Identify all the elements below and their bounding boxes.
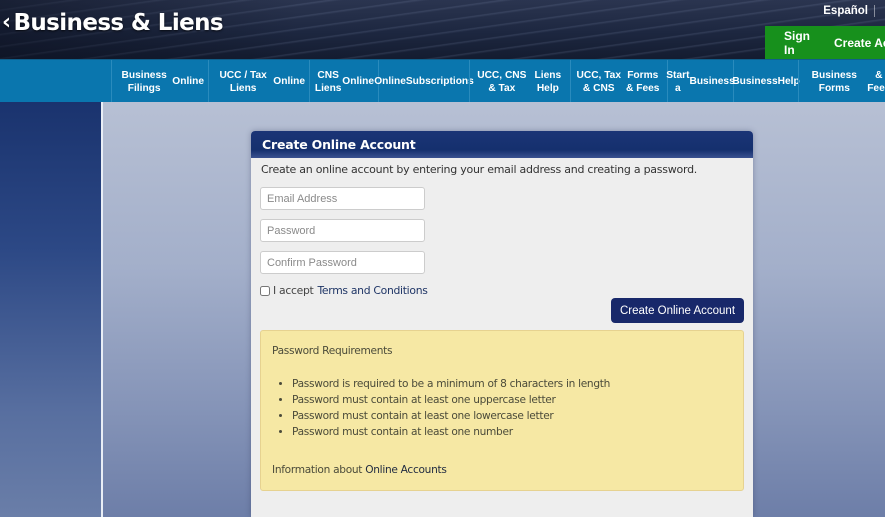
nav-label: CNS Liens	[314, 69, 342, 94]
brand-back-link[interactable]: ‹ Business & Liens	[2, 10, 224, 36]
nav-label: Start a	[666, 69, 690, 94]
requirements-list: Password is required to be a minimum of …	[292, 376, 610, 440]
nav-label: Help	[777, 76, 800, 87]
create-account-link[interactable]: Create Account	[834, 36, 885, 50]
nav-item-business-filings-online[interactable]: Business Filings Online	[111, 60, 208, 103]
nav-item-online-subscriptions[interactable]: Online Subscriptions	[374, 60, 474, 103]
requirement-item: Password must contain at least one upper…	[292, 392, 610, 408]
nav-label: Online	[374, 76, 406, 87]
nav-label: Forms & Fees	[626, 69, 660, 94]
terms-and-conditions-link[interactable]: Terms and Conditions	[317, 284, 427, 297]
nav-label: & Fees	[867, 69, 885, 94]
language-link-espanol[interactable]: Español	[823, 5, 875, 17]
nav-label: UCC, CNS & Tax	[477, 69, 527, 94]
requirement-item: Password must contain at least one lower…	[292, 408, 610, 424]
online-accounts-link[interactable]: Online Accounts	[365, 464, 447, 476]
main-nav: Business Filings Online UCC / Tax Liens On…	[0, 59, 885, 103]
nav-label: UCC, Tax & CNS	[576, 69, 622, 94]
requirements-title: Password Requirements	[272, 345, 393, 357]
password-field[interactable]	[260, 219, 425, 242]
panel-title: Create Online Account	[251, 131, 753, 158]
online-accounts-info: Information about Online Accounts	[272, 464, 447, 476]
nav-label: Online	[172, 76, 204, 87]
create-account-panel: Create Online Account Create an online a…	[251, 131, 753, 517]
nav-label: Business Forms	[811, 69, 857, 94]
password-requirements-box: Password Requirements Password is requir…	[260, 330, 744, 491]
nav-item-business-help[interactable]: Business Help	[732, 60, 800, 103]
confirm-password-field[interactable]	[260, 251, 425, 274]
nav-label: Business	[732, 76, 778, 87]
nav-label: Business Filings	[121, 69, 167, 94]
nav-label: Online	[273, 76, 305, 87]
nav-item-forms-fees[interactable]: UCC, Tax & CNS Forms & Fees	[570, 60, 667, 103]
left-sidebar	[0, 102, 101, 517]
nav-item-cns-liens-online[interactable]: CNS Liens Online	[309, 60, 378, 103]
email-field[interactable]	[260, 187, 425, 210]
panel-intro-text: Create an online account by entering you…	[261, 163, 698, 176]
requirement-item: Password is required to be a minimum of …	[292, 376, 610, 392]
sign-in-link[interactable]: Sign In	[784, 29, 810, 57]
nav-label: Liens Help	[534, 69, 562, 94]
info-prefix: Information about	[272, 464, 363, 476]
site-header: ‹ Business & Liens Español Sign In Creat…	[0, 0, 885, 59]
chevron-left-icon: ‹	[2, 10, 11, 35]
requirement-item: Password must contain at least one numbe…	[292, 424, 610, 440]
nav-item-liens-help[interactable]: UCC, CNS & Tax Liens Help	[469, 60, 570, 103]
terms-row: I accept Terms and Conditions	[260, 284, 428, 297]
create-online-account-button[interactable]: Create Online Account	[611, 298, 744, 323]
accept-terms-checkbox[interactable]	[260, 285, 270, 296]
nav-label: Subscriptions	[405, 76, 474, 87]
nav-item-start-a-business[interactable]: Start a Business	[666, 60, 735, 103]
terms-prefix: I accept	[273, 284, 314, 297]
nav-list: Business Filings Online UCC / Tax Liens On…	[111, 60, 885, 103]
nav-label: UCC / Tax Liens	[219, 69, 267, 94]
nav-item-business-forms-fees[interactable]: Business Forms & Fees	[798, 60, 885, 103]
nav-item-ucc-tax-liens-online[interactable]: UCC / Tax Liens Online	[208, 60, 309, 103]
brand-title: Business & Liens	[13, 10, 223, 36]
nav-label: Online	[342, 76, 374, 87]
account-bar: Sign In Create Account	[765, 26, 885, 59]
nav-label: Business	[689, 76, 735, 87]
